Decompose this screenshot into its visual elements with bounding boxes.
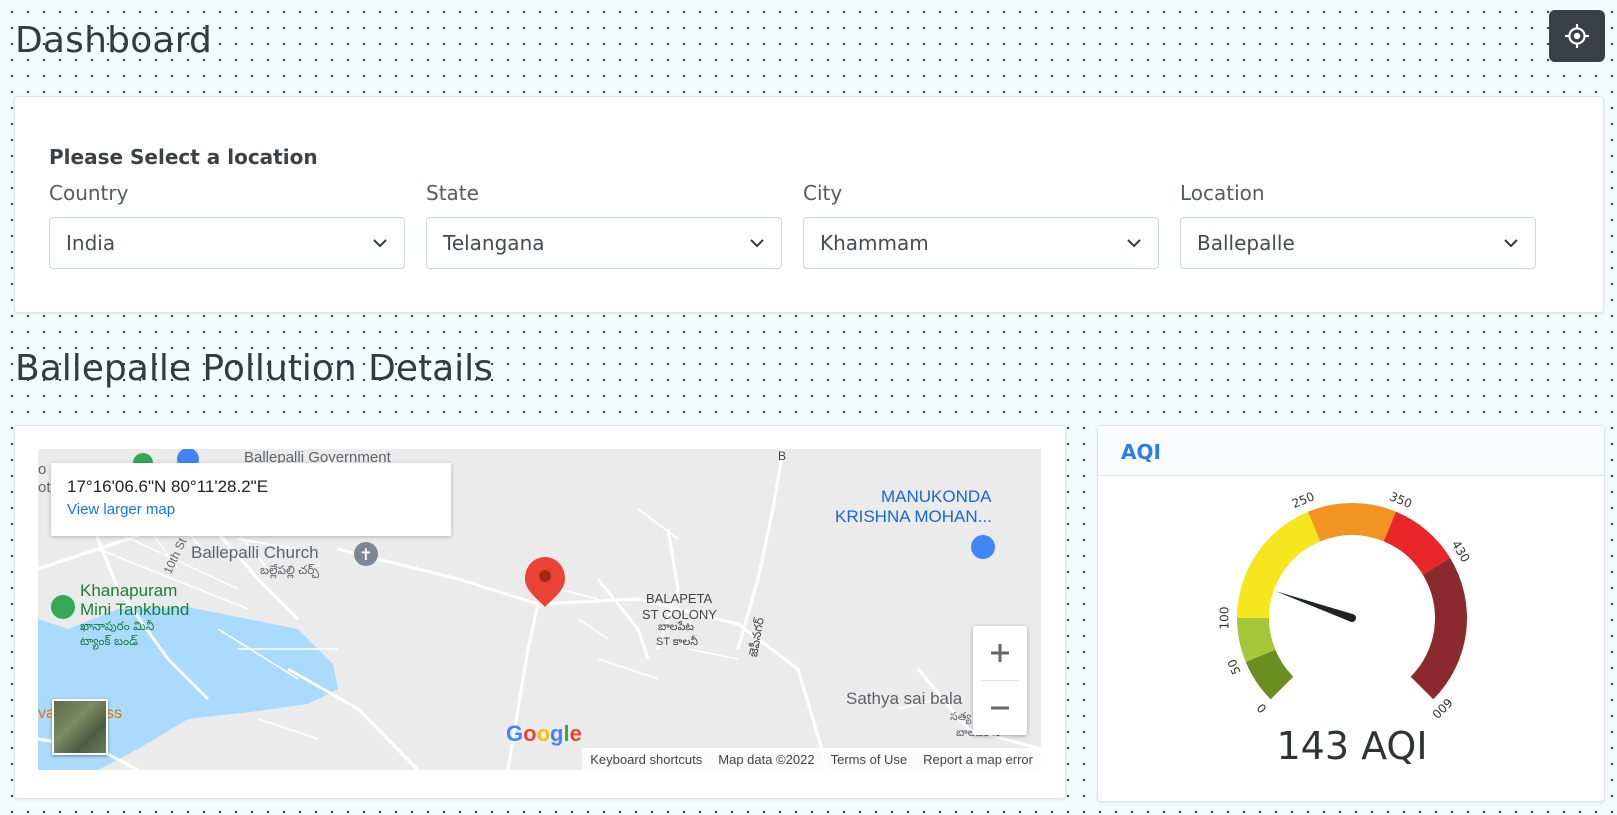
embedded-map[interactable]: ✝ Ballepalli Government o ot MANUKONDA K…: [38, 449, 1041, 770]
country-value: India: [66, 231, 116, 255]
gauge-tick-2: 100: [1218, 607, 1232, 630]
gauge-tick-3: 250: [1290, 489, 1317, 511]
map-label-church: Ballepalli Church: [191, 543, 319, 562]
gauge-needle: [1275, 591, 1354, 622]
chevron-down-icon: [373, 239, 387, 248]
map-label-tankbund: Mini Tankbund: [80, 600, 190, 619]
map-label-ss: ss: [106, 705, 122, 722]
terms-of-use-link[interactable]: Terms of Use: [831, 752, 908, 767]
map-label-sathya: Sathya sai bala: [846, 689, 963, 708]
map-info-box: 17°16'06.6"N 80°11'28.2"E View larger ma…: [51, 463, 451, 536]
city-value: Khammam: [820, 231, 929, 255]
map-label-church-te: బల్లేపల్లి చర్చ్: [260, 563, 320, 577]
chevron-down-icon: [1127, 239, 1141, 248]
gauge-tick-0: 0: [1254, 701, 1269, 716]
selector-heading: Please Select a location: [49, 145, 318, 169]
map-label-sathya-te: సత్య: [950, 711, 972, 723]
zoom-out-button[interactable]: [973, 681, 1027, 735]
google-logo: Google: [506, 721, 582, 746]
satellite-toggle[interactable]: [52, 699, 108, 755]
gauge-hub: [1348, 614, 1356, 622]
map-zoom-control: [973, 626, 1027, 735]
chevron-down-icon: [750, 239, 764, 248]
locate-me-button[interactable]: [1549, 10, 1605, 62]
keyboard-shortcuts-link[interactable]: Keyboard shortcuts: [590, 752, 702, 767]
map-data-text: Map data ©2022: [718, 751, 815, 767]
gauge-tick-5: 430: [1449, 538, 1473, 565]
svg-text:✝: ✝: [359, 545, 372, 564]
map-label-balapeta-te: బాలపేట: [658, 621, 694, 633]
state-select[interactable]: Telangana: [426, 217, 782, 269]
country-label: Country: [49, 181, 129, 205]
map-label-balapeta: BALAPETA: [646, 591, 713, 606]
map-label-khanapuram: Khanapuram: [80, 581, 178, 600]
location-select[interactable]: Ballepalle: [1180, 217, 1536, 269]
map-coordinates: 17°16'06.6"N 80°11'28.2"E: [67, 477, 269, 496]
country-select[interactable]: India: [49, 217, 405, 269]
gauge-band-5: [1410, 557, 1467, 700]
map-label-o: o: [38, 461, 47, 478]
map-label-st-colony-te: ST కాలనీ: [656, 636, 698, 648]
minus-icon: [991, 706, 1009, 710]
plus-icon: [991, 644, 1009, 662]
country-field: Country India: [49, 181, 405, 269]
location-selector-card: Please Select a location Country India S…: [14, 96, 1604, 313]
gauge-tick-1: 50: [1225, 657, 1244, 676]
state-field: State Telangana: [426, 181, 782, 269]
map-label-krishna: KRISHNA MOHAN...: [835, 507, 992, 526]
page-title: Dashboard: [15, 20, 213, 61]
map-card: ✝ Ballepalli Government o ot MANUKONDA K…: [14, 425, 1066, 799]
aqi-card: AQI 0 50 100 250 350 430 600 143 AQI: [1097, 425, 1605, 802]
map-label-ot: ot: [38, 479, 51, 496]
view-larger-map-link[interactable]: View larger map: [67, 501, 435, 518]
location-label: Location: [1180, 181, 1265, 205]
aqi-value: 143 AQI: [1276, 724, 1428, 768]
location-field: Location Ballepalle: [1180, 181, 1536, 269]
section-title: Ballepalle Pollution Details: [15, 348, 493, 389]
city-select[interactable]: Khammam: [803, 217, 1159, 269]
state-label: State: [426, 181, 479, 205]
map-label-manukonda: MANUKONDA: [881, 487, 992, 506]
gauge-tick-4: 350: [1388, 489, 1415, 511]
report-map-error-link[interactable]: Report a map error: [923, 752, 1033, 767]
city-field: City Khammam: [803, 181, 1159, 269]
map-label-road-b: B: [778, 449, 787, 463]
map-label-st-colony: ST COLONY: [642, 607, 717, 622]
zoom-in-button[interactable]: [973, 626, 1027, 680]
chevron-down-icon: [1504, 239, 1518, 248]
crosshair-icon: [1565, 24, 1589, 48]
map-attribution: Keyboard shortcuts Map data ©2022 Terms …: [582, 748, 1041, 770]
state-value: Telangana: [443, 231, 545, 255]
city-label: City: [803, 181, 843, 205]
map-label-khana-te-2: ట్యాంక్ బండ్: [80, 634, 138, 648]
location-value: Ballepalle: [1197, 231, 1295, 255]
gauge-band-3: [1307, 503, 1397, 542]
